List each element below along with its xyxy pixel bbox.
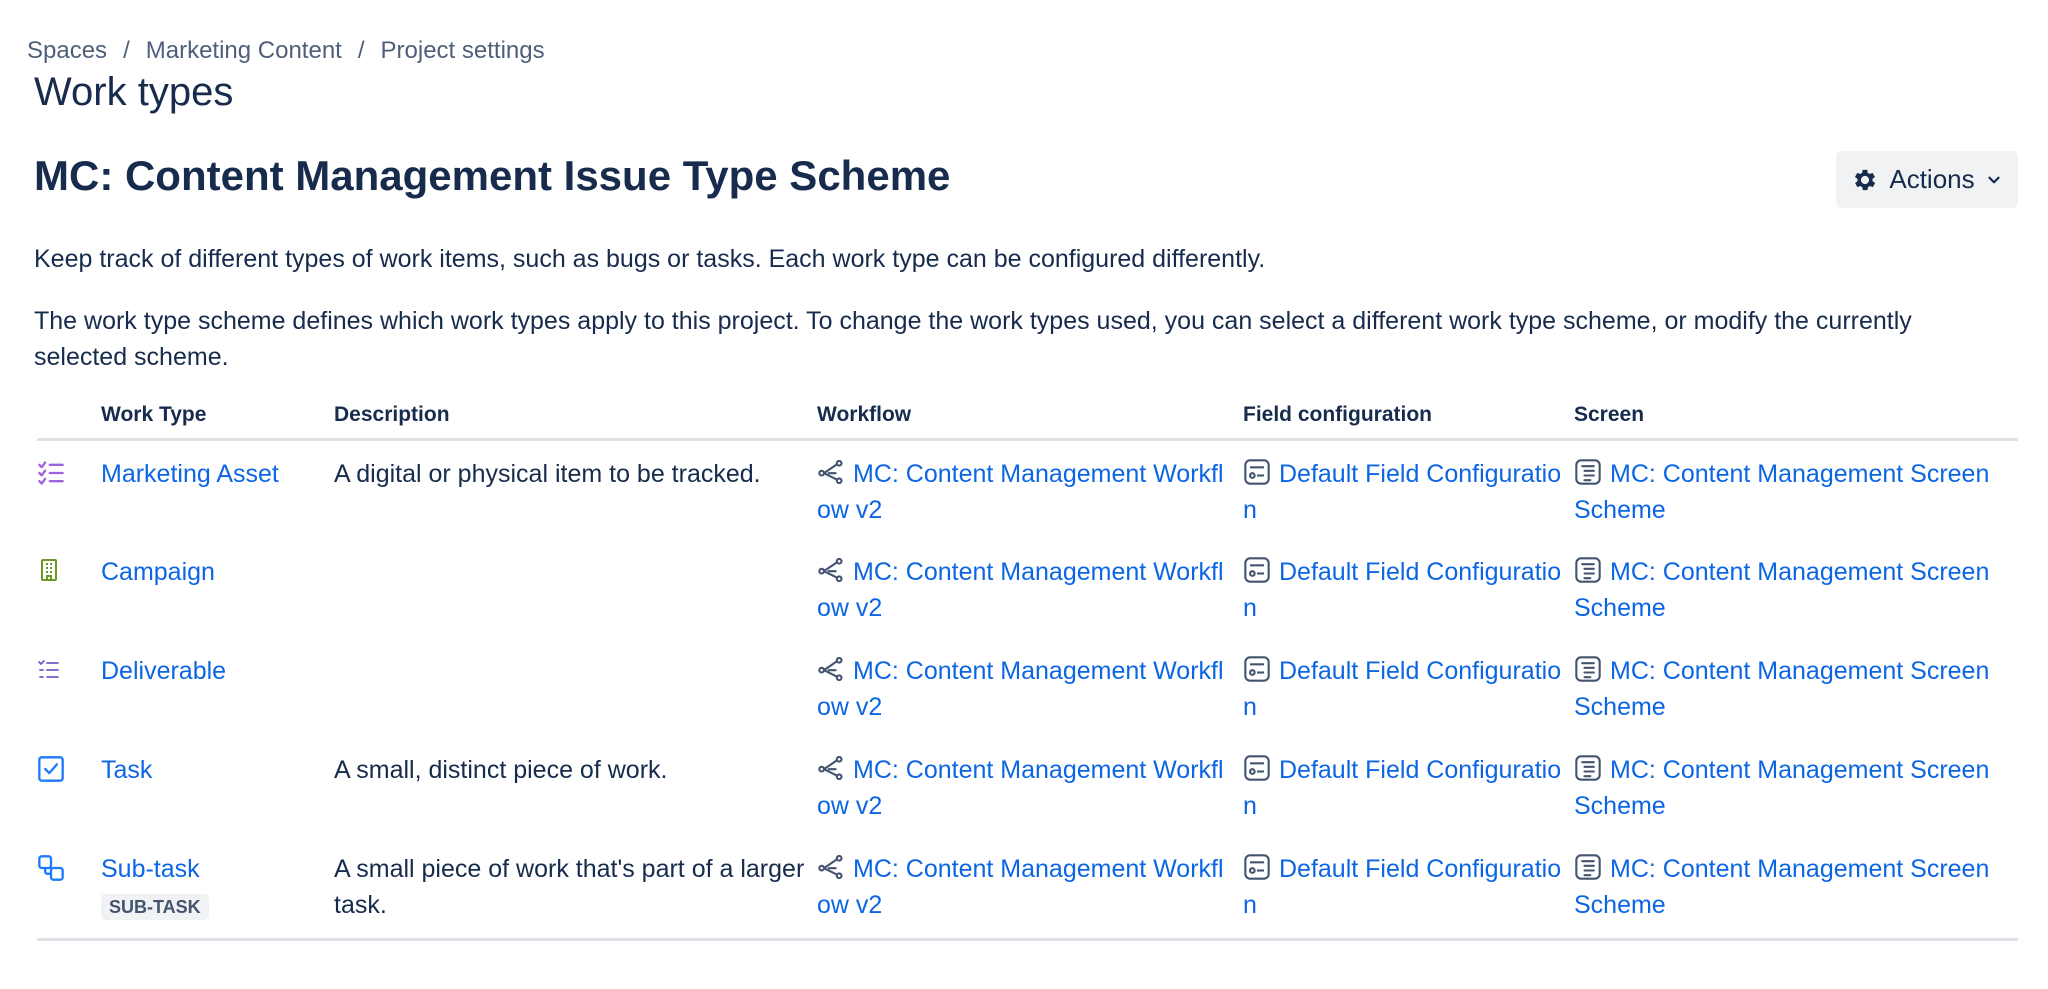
list-icon <box>37 656 63 682</box>
page-title: Work types <box>34 70 234 114</box>
table-row: Sub-task SUB-TASK A small piece of work … <box>37 835 2018 941</box>
field-configuration-icon <box>1243 458 1271 486</box>
subtask-lozenge: SUB-TASK <box>101 893 209 920</box>
screen-icon <box>1574 655 1602 683</box>
field-configuration-icon <box>1243 853 1271 881</box>
screen-scheme-link[interactable]: MC: Content Management Screen Scheme <box>1574 554 2018 626</box>
workflow-icon <box>817 853 845 881</box>
work-types-table: Work Type Description Workflow Field con… <box>37 392 2018 941</box>
breadcrumb: Spaces / Marketing Content / Project set… <box>27 37 545 65</box>
screen-icon <box>1574 458 1602 486</box>
table-row: Campaign MC: Content Management Workflow… <box>37 539 2018 638</box>
workflow-icon <box>817 655 845 683</box>
table-row: Deliverable MC: Content Management Workf… <box>37 638 2018 737</box>
work-type-name-link[interactable]: Sub-task <box>101 855 200 883</box>
breadcrumb-item-spaces[interactable]: Spaces <box>27 37 107 65</box>
work-type-description: A digital or physical item to be tracked… <box>334 460 761 488</box>
work-type-name-link[interactable]: Marketing Asset <box>101 460 279 488</box>
work-type-name-link[interactable]: Task <box>101 756 152 784</box>
field-configuration-link[interactable]: Default Field Configuration <box>1243 752 1574 824</box>
work-types-description: Keep track of different types of work it… <box>34 245 1266 273</box>
workflow-icon <box>817 754 845 782</box>
work-type-description: A small piece of work that's part of a l… <box>334 854 805 919</box>
work-type-name-link[interactable]: Deliverable <box>101 657 226 685</box>
field-configuration-link[interactable]: Default Field Configuration <box>1243 653 1574 725</box>
header-description: Description <box>334 392 817 441</box>
workflow-icon <box>817 458 845 486</box>
workflow-link[interactable]: MC: Content Management Workflow v2 <box>817 851 1243 923</box>
screen-scheme-link[interactable]: MC: Content Management Screen Scheme <box>1574 456 2018 528</box>
workflow-icon <box>817 556 845 584</box>
work-type-name-link[interactable]: Campaign <box>101 558 215 586</box>
building-icon <box>37 557 63 583</box>
chevron-down-icon <box>1985 171 2003 189</box>
field-configuration-link[interactable]: Default Field Configuration <box>1243 851 1574 923</box>
checklist-icon <box>37 459 64 485</box>
table-row: Task A small, distinct piece of work. MC… <box>37 737 2018 836</box>
screen-icon <box>1574 556 1602 584</box>
field-configuration-icon <box>1243 754 1271 782</box>
field-configuration-link[interactable]: Default Field Configuration <box>1243 554 1574 626</box>
screen-icon <box>1574 754 1602 782</box>
scheme-title: MC: Content Management Issue Type Scheme <box>34 152 951 199</box>
workflow-link[interactable]: MC: Content Management Workflow v2 <box>817 752 1243 824</box>
screen-scheme-link[interactable]: MC: Content Management Screen Scheme <box>1574 653 2018 725</box>
subtask-icon <box>37 854 64 881</box>
scheme-description: The work type scheme defines which work … <box>34 307 1912 371</box>
header-field-configuration: Field configuration <box>1243 392 1574 441</box>
field-configuration-icon <box>1243 655 1271 683</box>
screen-icon <box>1574 853 1602 881</box>
field-configuration-icon <box>1243 556 1271 584</box>
header-workflow: Workflow <box>817 392 1243 441</box>
screen-scheme-link[interactable]: MC: Content Management Screen Scheme <box>1574 752 2018 824</box>
header-icon <box>37 392 101 441</box>
header-screen: Screen <box>1574 392 2018 441</box>
gear-icon <box>1851 166 1879 194</box>
breadcrumb-item-marketing-content[interactable]: Marketing Content <box>146 37 342 65</box>
workflow-link[interactable]: MC: Content Management Workflow v2 <box>817 653 1243 725</box>
screen-scheme-link[interactable]: MC: Content Management Screen Scheme <box>1574 851 2018 923</box>
header-work-type: Work Type <box>101 392 334 441</box>
breadcrumb-separator: / <box>357 37 365 64</box>
workflow-link[interactable]: MC: Content Management Workflow v2 <box>817 554 1243 626</box>
field-configuration-link[interactable]: Default Field Configuration <box>1243 456 1574 528</box>
table-row: Marketing Asset A digital or physical it… <box>37 440 2018 539</box>
actions-button[interactable]: Actions <box>1836 151 2018 208</box>
work-type-description: A small, distinct piece of work. <box>334 755 668 784</box>
breadcrumb-item-project-settings[interactable]: Project settings <box>381 37 545 65</box>
checkbox-icon <box>37 755 64 782</box>
table-header-row: Work Type Description Workflow Field con… <box>37 392 2018 441</box>
breadcrumb-separator: / <box>123 37 130 64</box>
workflow-link[interactable]: MC: Content Management Workflow v2 <box>817 456 1243 528</box>
actions-button-label: Actions <box>1889 164 1975 194</box>
